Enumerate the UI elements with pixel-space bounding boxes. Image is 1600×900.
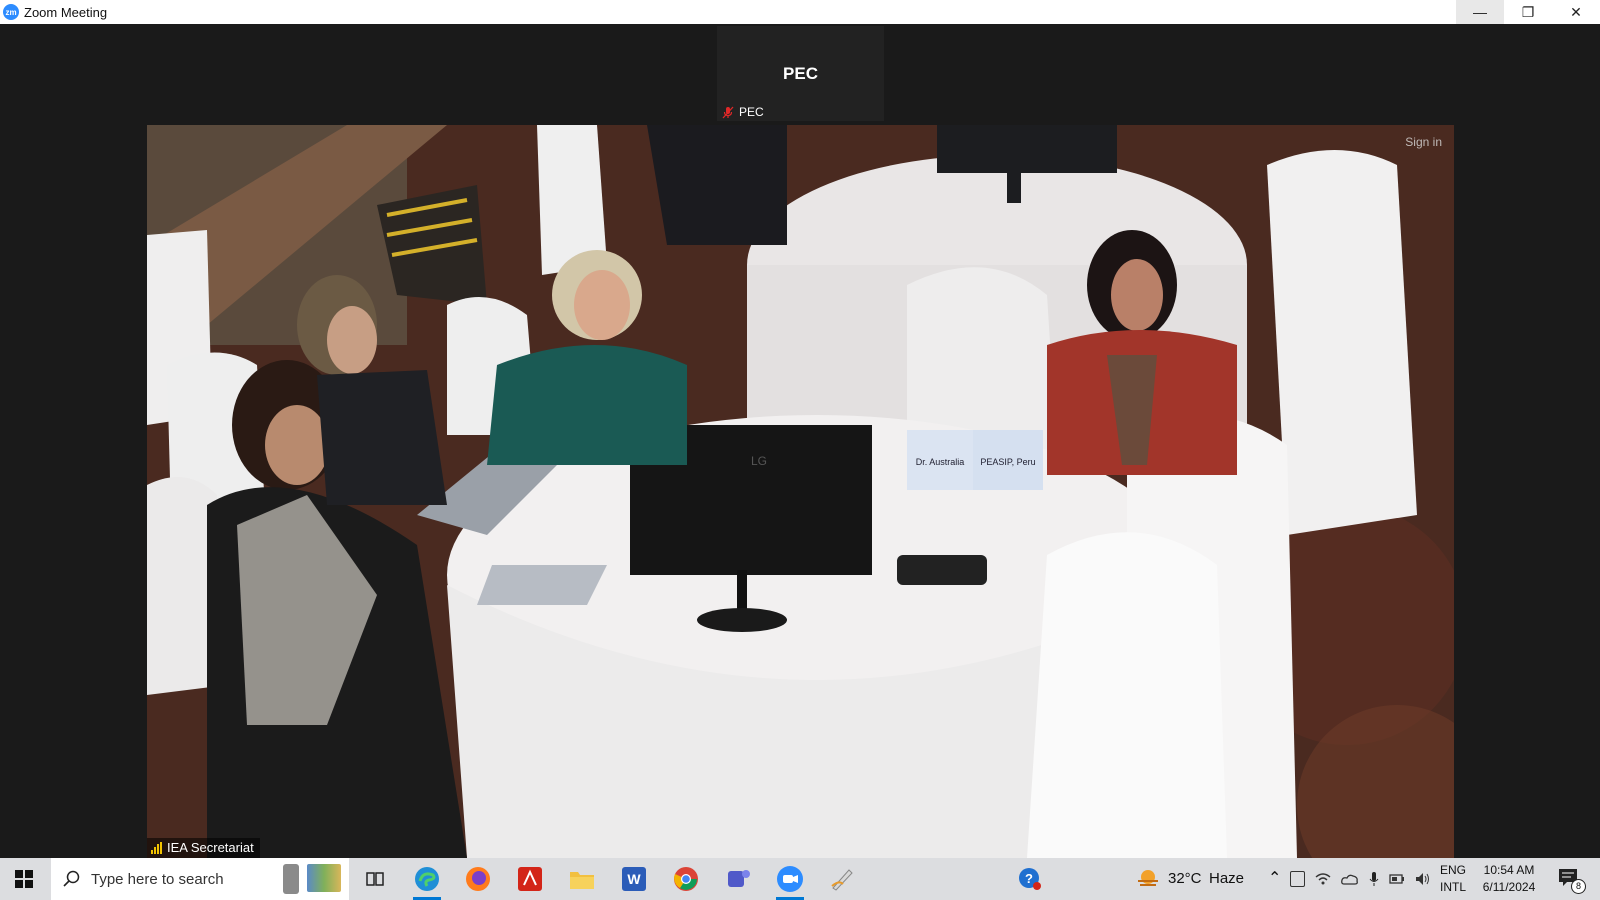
weather-temperature[interactable]: 32°C	[1168, 870, 1202, 887]
suitcase-icon	[283, 864, 299, 894]
participant-thumbnail-label: PEC	[722, 105, 764, 119]
clock-date: 6/11/2024	[1482, 880, 1536, 894]
pen-app-icon	[831, 869, 853, 891]
search-icon	[63, 870, 80, 887]
taskbar-acrobat[interactable]	[510, 863, 550, 895]
input-language[interactable]: ENG INTL	[1440, 862, 1466, 896]
windows-logo-icon	[15, 870, 33, 888]
wifi-icon[interactable]	[1315, 872, 1331, 886]
edge-icon	[415, 867, 439, 891]
acrobat-icon	[518, 867, 542, 891]
window-title: Zoom Meeting	[24, 4, 108, 20]
taskbar-pen-app[interactable]	[822, 863, 862, 895]
monitor-brand: LG	[751, 454, 767, 468]
onedrive-icon[interactable]	[1341, 873, 1359, 885]
taskbar-edge[interactable]	[407, 863, 447, 900]
notification-center-button[interactable]: 8	[1557, 866, 1586, 894]
restore-button[interactable]: ❐	[1504, 0, 1552, 24]
participant-thumbnail[interactable]: PEC PEC	[717, 26, 884, 121]
windows-start-button[interactable]	[0, 858, 48, 900]
word-icon: W	[622, 867, 646, 891]
video-participant-label: IEA Secretariat	[147, 838, 260, 858]
taskbar-firefox[interactable]	[458, 863, 498, 895]
windows-taskbar: Type here to search W ? 32°C Haze ⌃ ENG …	[0, 858, 1600, 900]
taskbar-zoom[interactable]	[770, 863, 810, 900]
svg-text:W: W	[627, 871, 641, 887]
weather-haze-icon	[1136, 867, 1160, 891]
minimize-button[interactable]: —	[1456, 0, 1504, 24]
notification-count: 8	[1571, 879, 1586, 894]
zoom-app-icon: zm	[3, 4, 19, 20]
window-controls: — ❐ ✕	[1456, 0, 1600, 24]
svg-text:?: ?	[1025, 871, 1033, 886]
meeting-area: PEC PEC LG Dr. Australia PEASIP, Peru Si…	[0, 24, 1600, 858]
meet-now-icon[interactable]	[1290, 871, 1305, 887]
taskbar-word[interactable]: W	[614, 863, 654, 895]
taskbar-search-box[interactable]: Type here to search	[51, 858, 349, 900]
battery-icon[interactable]	[1389, 873, 1405, 885]
connection-signal-icon	[151, 841, 162, 854]
title-bar: zm Zoom Meeting — ❐ ✕	[0, 0, 1600, 24]
chrome-icon	[674, 867, 698, 891]
task-view-button[interactable]	[355, 863, 395, 895]
participant-name: IEA Secretariat	[167, 840, 254, 855]
search-placeholder: Type here to search	[91, 870, 224, 888]
participant-name-text: PEC	[739, 105, 764, 119]
main-video[interactable]: LG Dr. Australia PEASIP, Peru Sign in IE…	[147, 125, 1454, 858]
video-overlay-text: Sign in	[1405, 135, 1442, 149]
clock-time: 10:54 AM	[1483, 863, 1535, 877]
help-button[interactable]: ?	[1010, 863, 1050, 895]
participant-thumbnail-name: PEC	[783, 64, 818, 83]
mic-muted-icon	[722, 106, 734, 118]
chevron-up-icon[interactable]: ⌃	[1268, 868, 1281, 888]
search-highlight[interactable]	[283, 864, 341, 894]
taskbar-teams[interactable]	[718, 863, 758, 895]
keyboard-layout: INTL	[1440, 880, 1467, 894]
close-button[interactable]: ✕	[1552, 0, 1600, 24]
taskbar-clock[interactable]: 10:54 AM 6/11/2024	[1473, 862, 1545, 896]
placard-left: Dr. Australia	[916, 457, 965, 467]
teams-icon	[728, 870, 750, 887]
zoom-icon	[777, 866, 803, 892]
map-icon	[307, 864, 341, 892]
firefox-icon	[466, 867, 490, 891]
taskbar-file-explorer[interactable]	[562, 863, 602, 895]
language-code: ENG	[1440, 863, 1467, 877]
placard-right: PEASIP, Peru	[980, 457, 1035, 467]
system-tray	[1290, 871, 1431, 887]
folder-icon	[570, 872, 594, 889]
help-icon: ?	[1019, 868, 1041, 890]
weather-condition[interactable]: Haze	[1209, 870, 1244, 887]
taskbar-chrome[interactable]	[666, 863, 706, 895]
volume-icon[interactable]	[1415, 872, 1431, 886]
task-view-icon	[366, 872, 384, 886]
conference-room-scene: LG Dr. Australia PEASIP, Peru	[147, 125, 1454, 858]
microphone-icon[interactable]	[1369, 871, 1379, 887]
